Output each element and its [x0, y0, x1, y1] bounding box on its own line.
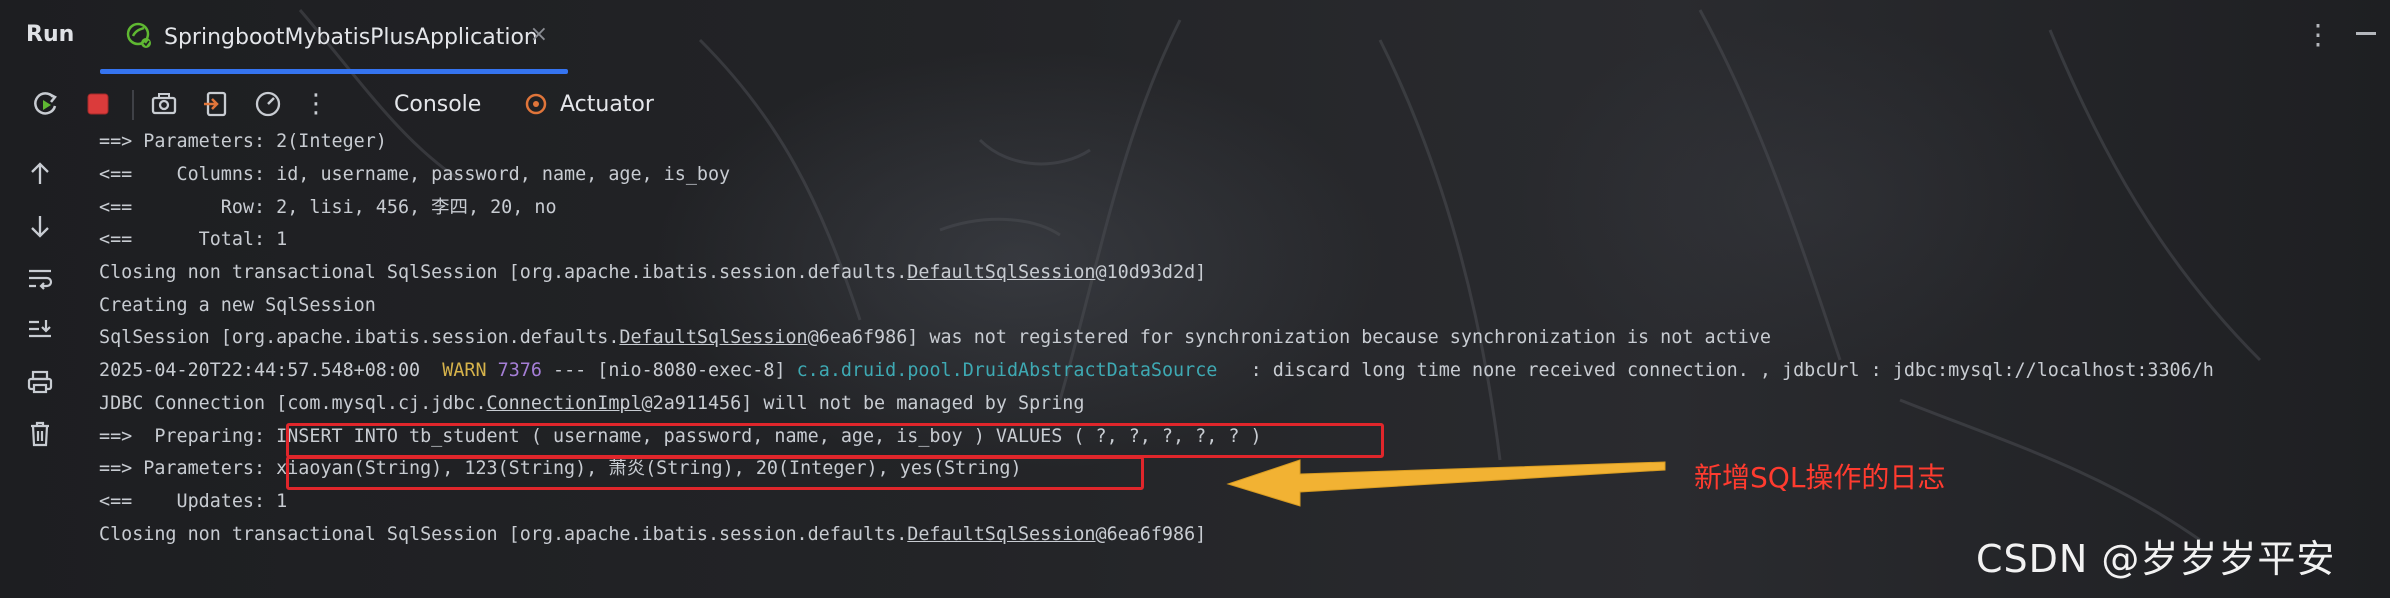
console-line: SqlSession [org.apache.ibatis.session.de…	[99, 327, 1771, 348]
print-icon[interactable]	[20, 364, 60, 400]
parameters-prefix: ==> Parameters:	[99, 458, 277, 479]
console-line: Creating a new SqlSession	[99, 295, 376, 316]
console-line: JDBC Connection [com.mysql.cj.jdbc.Conne…	[99, 393, 1085, 414]
annotation-label: 新增SQL操作的日志	[1694, 461, 1946, 494]
actuator-icon	[516, 84, 556, 124]
active-tab-indicator	[100, 69, 568, 74]
tab-actuator[interactable]: Actuator	[560, 92, 654, 117]
exit-icon[interactable]	[196, 84, 236, 124]
console-line: <== Row: 2, lisi, 456, 李四, 20, no	[99, 197, 557, 218]
run-config-tab[interactable]: SpringbootMybatisPlusApplication ×	[100, 0, 568, 74]
log-level: WARN	[442, 360, 487, 381]
more-options-icon[interactable]: ⋮	[2304, 18, 2332, 51]
camera-icon[interactable]	[144, 84, 184, 124]
panel-title: Run	[26, 22, 75, 47]
gauge-icon[interactable]	[248, 84, 288, 124]
trash-icon[interactable]	[20, 416, 60, 452]
toolbar-divider	[132, 90, 134, 120]
console-line: Closing non transactional SqlSession [or…	[99, 262, 1207, 283]
run-toolbar: ⋮ Console Actuator	[0, 84, 2390, 136]
warn-log-line: 2025-04-20T22:44:57.548+08:00 WARN 7376 …	[99, 354, 2214, 387]
arrow-down-icon[interactable]	[20, 208, 60, 244]
close-tab-icon[interactable]: ×	[530, 22, 548, 47]
console-side-toolbar	[0, 150, 80, 598]
tab-label: SpringbootMybatisPlusApplication	[164, 24, 538, 50]
log-message: : discard long time none received connec…	[1250, 360, 2214, 381]
rerun-icon[interactable]	[26, 84, 66, 124]
arrow-up-icon[interactable]	[20, 156, 60, 192]
log-thread: [nio-8080-exec-8]	[597, 360, 786, 381]
console-line: <== Columns: id, username, password, nam…	[99, 164, 731, 185]
preparing-prefix: ==> Preparing:	[99, 426, 277, 447]
tab-console[interactable]: Console	[394, 92, 481, 117]
log-timestamp: 2025-04-20T22:44:57.548+08:00	[99, 360, 421, 381]
log-pid: 7376	[497, 360, 542, 381]
console-line: <== Updates: 1	[99, 491, 288, 512]
more-icon[interactable]: ⋮	[296, 84, 336, 124]
console-line: Closing non transactional SqlSession [or…	[99, 524, 1207, 545]
stop-icon[interactable]	[78, 84, 118, 124]
scroll-to-end-icon[interactable]	[20, 312, 60, 348]
log-separator: ---	[553, 360, 587, 381]
minimize-icon[interactable]	[2356, 32, 2376, 35]
soft-wrap-icon[interactable]	[20, 260, 60, 296]
params-highlight-box	[286, 456, 1144, 490]
annotation-arrow	[1226, 459, 1666, 507]
log-logger[interactable]: c.a.druid.pool.DruidAbstractDataSource	[797, 360, 1218, 381]
csdn-watermark: CSDN @岁岁岁平安	[1976, 537, 2336, 581]
spring-boot-icon	[124, 20, 154, 54]
console-line: <== Total: 1	[99, 229, 288, 250]
console-line: ==> Parameters: 2(Integer)	[99, 131, 387, 152]
run-tool-window-header: Run SpringbootMybatisPlusApplication × ⋮	[0, 0, 2390, 74]
